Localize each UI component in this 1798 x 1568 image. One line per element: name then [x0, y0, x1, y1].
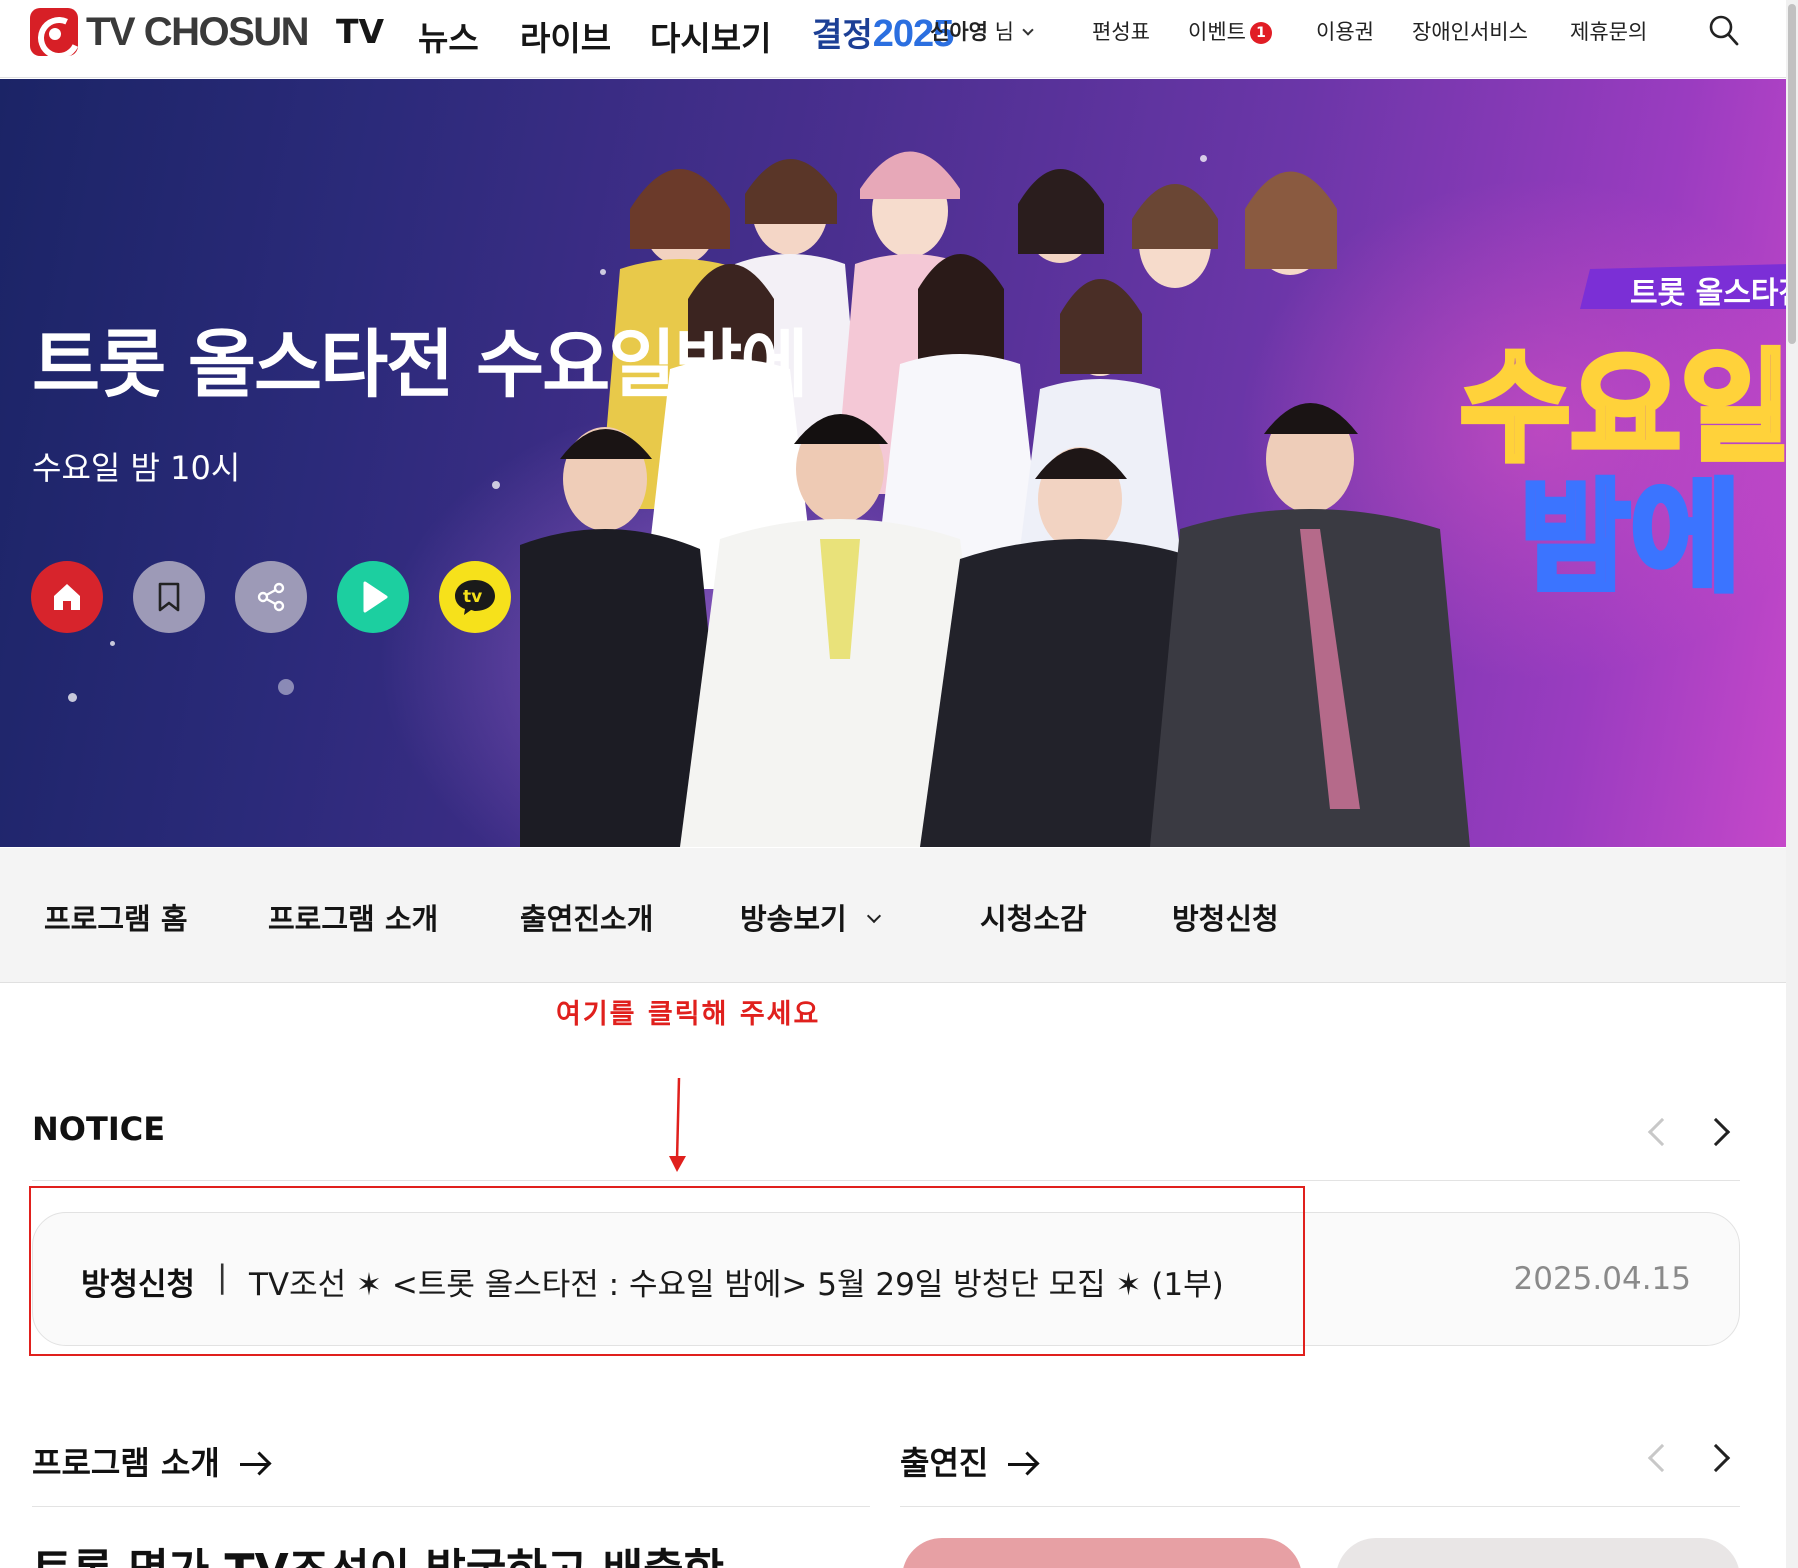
gnb-tv[interactable]: TV: [336, 12, 384, 52]
show-logo: 트롯 올스타전 수요일 밤에: [1457, 264, 1786, 609]
share-button[interactable]: [235, 561, 307, 633]
program-title: 트롯 올스타전 수요일밤에: [32, 322, 808, 408]
cast-next-arrow-icon[interactable]: [1701, 1443, 1731, 1473]
user-menu[interactable]: 신아영 님: [930, 16, 1034, 46]
program-airtime: 수요일 밤 10시: [32, 449, 241, 487]
show-logo-line2: 밤에: [1520, 469, 1741, 608]
arrow-right-icon: [239, 1452, 270, 1476]
subnav-watch[interactable]: 방송보기: [740, 896, 881, 938]
annotation-arrow-icon: [669, 1077, 686, 1172]
program-hero-banner: 트롯 올스타전 수요일 밤에 트롯 올스타전 수요일밤에 수요일 밤 10시 t…: [0, 79, 1786, 847]
util-accessibility[interactable]: 장애인서비스: [1412, 16, 1528, 46]
subnav-program-intro[interactable]: 프로그램 소개: [268, 896, 438, 938]
annotation-highlight-box: [29, 1186, 1305, 1356]
program-sub-navigation: 프로그램 홈 프로그램 소개 출연진소개 방송보기 시청소감 방청신청: [0, 848, 1786, 983]
util-event[interactable]: 이벤트 1: [1188, 16, 1272, 46]
cast-card-thumbnail[interactable]: [1336, 1538, 1740, 1568]
arrow-right-icon: [1008, 1452, 1038, 1476]
bookmark-button[interactable]: [133, 561, 205, 633]
play-icon: [363, 581, 388, 613]
chevron-down-icon: [1022, 24, 1034, 36]
cast-group-photo: [520, 151, 1470, 847]
program-intro-link[interactable]: 프로그램 소개: [32, 1438, 270, 1484]
subnav-reviews[interactable]: 시청소감: [980, 896, 1087, 938]
util-event-label: 이벤트: [1188, 20, 1246, 44]
util-pass[interactable]: 이용권: [1316, 16, 1374, 46]
event-count-badge: 1: [1249, 22, 1272, 44]
notice-prev-arrow-icon[interactable]: [1647, 1117, 1677, 1147]
decor-dot: [110, 641, 115, 646]
bookmark-icon: [158, 582, 180, 612]
gnb-news[interactable]: 뉴스: [418, 12, 479, 58]
subnav-watch-label: 방송보기: [740, 902, 847, 936]
program-intro-heading: 프로그램 소개: [32, 1444, 220, 1482]
user-suffix: 님: [994, 20, 1014, 44]
notice-date: 2025.04.15: [1513, 1261, 1692, 1297]
top-header: TV CHOSUN TV 뉴스 라이브 다시보기 결정2025 신아영 님 편성…: [0, 0, 1786, 78]
divider: [900, 1506, 1740, 1507]
program-home-button[interactable]: [31, 561, 103, 633]
subnav-program-home[interactable]: 프로그램 홈: [44, 896, 188, 938]
divider: [32, 1506, 870, 1507]
gnb-replay[interactable]: 다시보기: [650, 12, 771, 58]
tv-chosun-logo[interactable]: TV CHOSUN: [30, 8, 310, 56]
program-intro-text: 트롯 명가 TV조선이 발굴하고 배출한: [32, 1534, 724, 1568]
scrollbar-thumb[interactable]: [1788, 4, 1796, 344]
util-partnership[interactable]: 제휴문의: [1570, 16, 1647, 46]
subnav-audience-apply[interactable]: 방청신청: [1172, 896, 1279, 938]
cast-section-heading: 출연진: [900, 1444, 989, 1482]
annotation-instruction: 여기를 클릭해 주세요: [556, 999, 821, 1030]
home-icon: [54, 584, 80, 610]
search-icon[interactable]: [1708, 14, 1740, 48]
svg-text:tv: tv: [463, 587, 482, 607]
cast-section-link[interactable]: 출연진: [900, 1438, 1038, 1484]
show-logo-line1: 수요일: [1460, 339, 1786, 478]
show-logo-tag: 트롯 올스타전: [1630, 276, 1786, 311]
kakao-tv-button[interactable]: tv: [439, 561, 511, 633]
cast-prev-arrow-icon[interactable]: [1647, 1443, 1677, 1473]
divider: [32, 1180, 1740, 1181]
play-vod-button[interactable]: [337, 561, 409, 633]
chevron-down-icon: [866, 908, 881, 924]
user-name: 신아영: [930, 20, 988, 44]
notice-next-arrow-icon[interactable]: [1701, 1117, 1731, 1147]
util-schedule[interactable]: 편성표: [1092, 16, 1150, 46]
decor-dot: [68, 693, 77, 702]
decor-dot: [492, 481, 500, 489]
logo-mark-icon: [30, 8, 78, 56]
kakao-tv-icon: tv: [455, 580, 495, 615]
cast-card-thumbnail[interactable]: [902, 1538, 1302, 1568]
decor-dot: [278, 679, 294, 695]
subnav-cast-intro[interactable]: 출연진소개: [520, 896, 653, 938]
page-scrollbar[interactable]: [1786, 0, 1798, 1568]
share-icon: [257, 582, 285, 612]
gnb-live[interactable]: 라이브: [520, 12, 611, 58]
notice-heading: NOTICE: [32, 1110, 166, 1148]
election-label: 결정: [812, 15, 873, 54]
logo-text: TV CHOSUN: [86, 9, 310, 54]
